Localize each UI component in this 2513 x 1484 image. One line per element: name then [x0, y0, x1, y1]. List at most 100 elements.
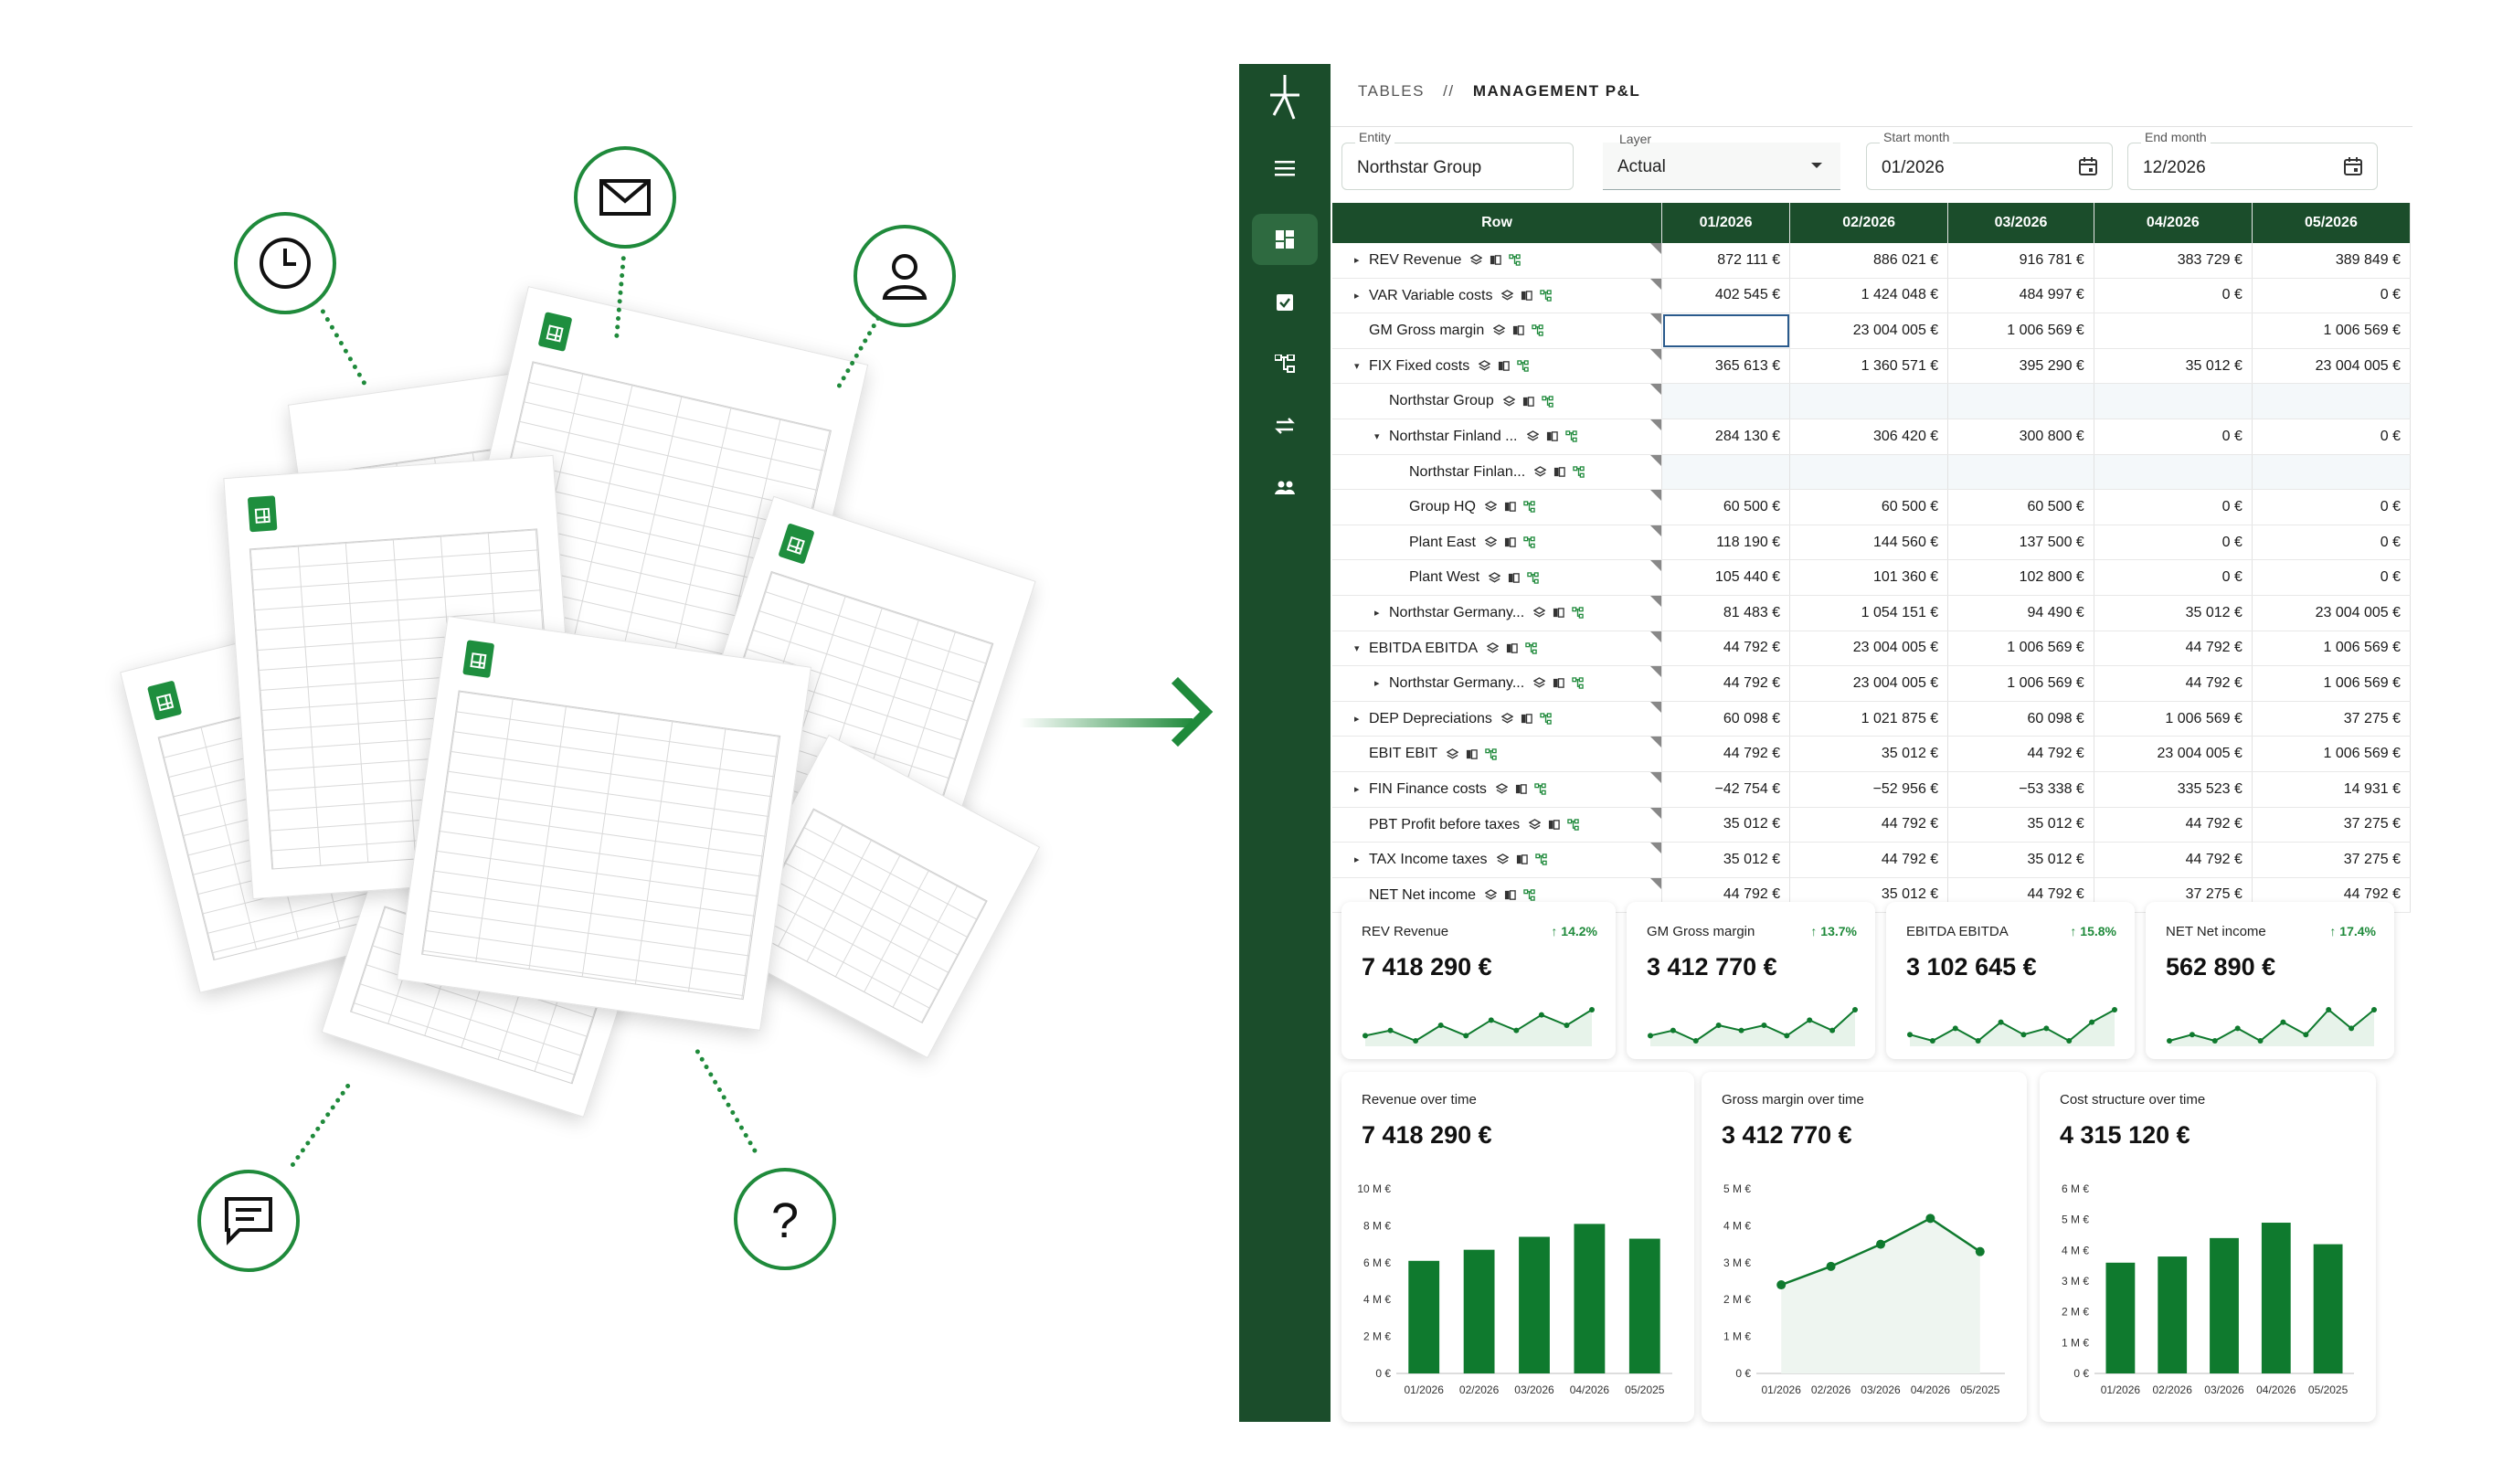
layers-icon[interactable]	[1484, 501, 1497, 513]
kpi-card[interactable]: NET Net income ↑ 17.4% 562 890 €	[2146, 902, 2394, 1059]
row-label-cell[interactable]: ▸ Northstar Germany...	[1332, 595, 1662, 631]
value-cell[interactable]: 23 004 005 €	[1789, 631, 1949, 667]
value-cell[interactable]: 402 545 €	[1661, 278, 1791, 314]
value-cell[interactable]: 23 004 005 €	[1789, 665, 1949, 702]
data-point[interactable]	[1975, 1246, 1985, 1256]
expand-caret-icon[interactable]: ▸	[1354, 713, 1360, 725]
table-row[interactable]: Northstar Group	[1332, 383, 2412, 419]
book-icon[interactable]	[1504, 889, 1516, 901]
value-cell[interactable]: 0 €	[2094, 419, 2253, 455]
hierarchy-icon[interactable]	[1517, 360, 1529, 372]
value-cell[interactable]: 1 006 569 €	[1947, 631, 2094, 667]
table-row[interactable]: ▾ EBITDA EBITDA 44 792 €23 004 005 €1 006 …	[1332, 631, 2412, 667]
value-cell[interactable]: 35 012 €	[1789, 736, 1949, 772]
value-cell[interactable]: 1 424 048 €	[1789, 278, 1949, 314]
book-icon[interactable]	[1498, 360, 1510, 372]
value-cell[interactable]: 44 792 €	[1661, 631, 1791, 667]
book-icon[interactable]	[1516, 853, 1528, 865]
value-cell[interactable]: −52 956 €	[1789, 771, 1949, 808]
book-icon[interactable]	[1490, 254, 1502, 266]
layers-icon[interactable]	[1484, 536, 1497, 548]
bar[interactable]	[1519, 1236, 1550, 1373]
book-icon[interactable]	[1506, 642, 1518, 654]
value-cell[interactable]: 23 004 005 €	[1789, 313, 1949, 349]
expand-caret-icon[interactable]: ▸	[1354, 254, 1360, 266]
value-cell[interactable]: 137 500 €	[1947, 525, 2094, 561]
start-month-field[interactable]: Start month 01/2026	[1866, 130, 2113, 190]
table-row[interactable]: Northstar Finlan...	[1332, 454, 2412, 491]
value-cell[interactable]: 102 800 €	[1947, 559, 2094, 596]
value-cell[interactable]	[1789, 383, 1949, 419]
chart-card[interactable]: Gross margin over time 3 412 770 € 0 € 1 …	[1702, 1072, 2027, 1422]
row-label-cell[interactable]: ▾ FIX Fixed costs	[1332, 348, 1662, 385]
hierarchy-icon[interactable]	[1573, 466, 1585, 478]
expand-caret-icon[interactable]: ▸	[1354, 290, 1360, 302]
hierarchy-icon[interactable]	[1252, 338, 1318, 389]
value-cell[interactable]: 44 792 €	[1789, 842, 1949, 878]
book-icon[interactable]	[1521, 713, 1532, 725]
value-cell[interactable]: 37 275 €	[2252, 807, 2412, 843]
book-icon[interactable]	[1548, 819, 1560, 831]
value-cell[interactable]: 1 054 151 €	[1789, 595, 1949, 631]
entity-field[interactable]: Entity Northstar Group	[1341, 130, 1574, 190]
value-cell[interactable]: 37 275 €	[2252, 842, 2412, 878]
row-label-cell[interactable]: ▸ Northstar Germany...	[1332, 665, 1662, 702]
value-cell[interactable]: 1 006 569 €	[2252, 313, 2412, 349]
layer-select[interactable]: Layer Actual	[1603, 132, 1840, 190]
expand-caret-icon[interactable]: ▸	[1354, 853, 1360, 865]
layers-icon[interactable]	[1447, 747, 1459, 760]
table-row[interactable]: ▸ Northstar Germany... 44 792 € 23 004 005 …	[1332, 665, 2412, 702]
dashboard-icon[interactable]	[1252, 214, 1318, 265]
table-row[interactable]: ▸ VAR Variable costs 402 545 €1 424 048 €4…	[1332, 278, 2412, 314]
row-label-cell[interactable]: Plant West	[1332, 559, 1662, 596]
layers-icon[interactable]	[1489, 571, 1501, 584]
table-row[interactable]: GM Gross margin 23 004 005 €1 006 569 €1 …	[1332, 313, 2412, 349]
value-cell[interactable]: 44 792 €	[2094, 807, 2253, 843]
value-cell[interactable]: −42 754 €	[1661, 771, 1791, 808]
layers-icon[interactable]	[1487, 641, 1500, 654]
data-point[interactable]	[1826, 1261, 1836, 1271]
layers-icon[interactable]	[1526, 430, 1539, 442]
value-cell[interactable]: 1 006 569 €	[2252, 631, 2412, 667]
layers-icon[interactable]	[1529, 818, 1542, 831]
layers-icon[interactable]	[1479, 360, 1491, 372]
column-header[interactable]: 05/2026	[2252, 203, 2412, 243]
row-label-cell[interactable]: ▸ REV Revenue	[1332, 243, 1662, 279]
book-icon[interactable]	[1504, 501, 1516, 513]
chart-card[interactable]: Revenue over time 7 418 290 € 0 € 2 M € 4 …	[1341, 1072, 1694, 1422]
value-cell[interactable]: 37 275 €	[2252, 701, 2412, 737]
value-cell[interactable]: 44 792 €	[2094, 842, 2253, 878]
hierarchy-icon[interactable]	[1525, 642, 1537, 654]
value-cell[interactable]: 101 360 €	[1789, 559, 1949, 596]
table-row[interactable]: PBT Profit before taxes 35 012 €44 792 €3…	[1332, 807, 2412, 843]
value-cell[interactable]: 60 500 €	[1661, 489, 1791, 525]
table-row[interactable]: EBIT EBIT 44 792 €35 012 €44 792 €23 004 …	[1332, 736, 2412, 772]
value-cell[interactable]	[1789, 454, 1949, 491]
value-cell[interactable]: 35 012 €	[2094, 595, 2253, 631]
value-cell[interactable]: 94 490 €	[1947, 595, 2094, 631]
hierarchy-icon[interactable]	[1572, 677, 1584, 690]
value-cell[interactable]: 105 440 €	[1661, 559, 1791, 596]
value-cell[interactable]: 44 792 €	[2094, 665, 2253, 702]
row-label-cell[interactable]: ▾ Northstar Finland ...	[1332, 419, 1662, 455]
book-icon[interactable]	[1553, 466, 1565, 478]
value-cell[interactable]	[2252, 383, 2412, 419]
value-cell[interactable]: 886 021 €	[1789, 243, 1949, 279]
value-cell[interactable]	[2094, 383, 2253, 419]
table-row[interactable]: ▾ Northstar Finland ... 284 130 €306 420 €…	[1332, 419, 2412, 455]
table-row[interactable]: ▸ DEP Depreciations 60 098 €1 021 875 €60 …	[1332, 701, 2412, 737]
value-cell[interactable]: 60 500 €	[1789, 489, 1949, 525]
hierarchy-icon[interactable]	[1540, 713, 1552, 725]
layers-icon[interactable]	[1485, 889, 1498, 901]
hierarchy-icon[interactable]	[1523, 889, 1535, 901]
collapse-caret-icon[interactable]: ▾	[1354, 642, 1360, 654]
table-row[interactable]: ▾ FIX Fixed costs 365 613 €1 360 571 €395 …	[1332, 348, 2412, 385]
value-cell[interactable]: 144 560 €	[1789, 525, 1949, 561]
row-label-cell[interactable]: PBT Profit before taxes	[1332, 807, 1662, 843]
value-cell[interactable]: 14 931 €	[2252, 771, 2412, 808]
book-icon[interactable]	[1553, 607, 1564, 619]
value-cell[interactable]: 1 006 569 €	[2252, 736, 2412, 772]
value-cell[interactable]: 335 523 €	[2094, 771, 2253, 808]
value-cell[interactable]: 0 €	[2252, 489, 2412, 525]
row-label-cell[interactable]: ▸ FIN Finance costs	[1332, 771, 1662, 808]
